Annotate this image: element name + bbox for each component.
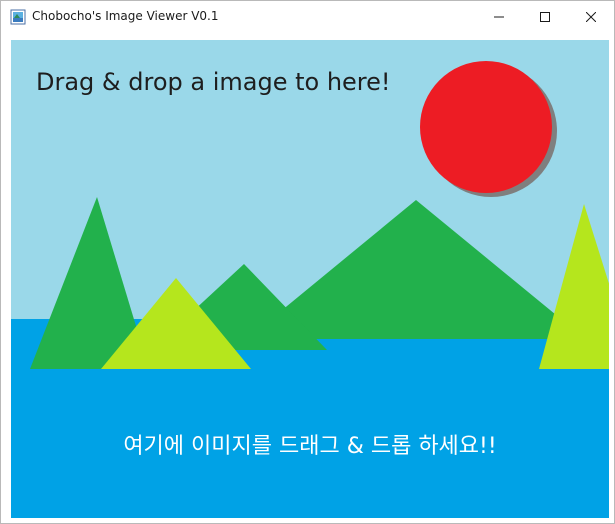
- close-icon: [586, 11, 596, 22]
- minimize-icon: [494, 16, 504, 17]
- image-drop-area[interactable]: Drag & drop a image to here! 여기에 이미지를 드래…: [11, 40, 609, 518]
- title-bar[interactable]: Chobocho's Image Viewer V0.1: [1, 1, 614, 32]
- sun: [420, 61, 552, 193]
- image-viewer-icon: [10, 9, 26, 25]
- maximize-icon: [540, 11, 550, 22]
- app-window: Chobocho's Image Viewer V0.1 Drag & drop…: [0, 0, 615, 524]
- minimize-button[interactable]: [476, 1, 522, 32]
- window-title: Chobocho's Image Viewer V0.1: [32, 9, 219, 23]
- drop-instruction-english: Drag & drop a image to here!: [36, 68, 391, 96]
- drop-instruction-korean: 여기에 이미지를 드래그 & 드롭 하세요!!: [123, 434, 497, 459]
- maximize-button[interactable]: [522, 1, 568, 32]
- close-button[interactable]: [568, 1, 614, 32]
